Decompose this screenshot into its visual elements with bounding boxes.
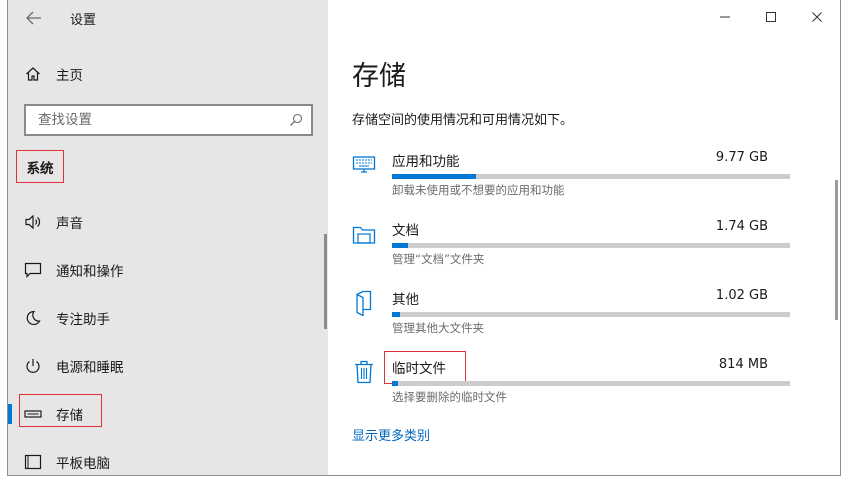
apps-icon <box>350 150 378 180</box>
show-more-categories-link[interactable]: 显示更多类别 <box>352 425 430 444</box>
section-title-system: 系统 <box>16 150 64 183</box>
category-name: 其他 <box>392 292 419 308</box>
tablet-icon <box>22 451 44 473</box>
highlight-box <box>19 394 102 427</box>
sidebar-item-storage[interactable]: 存储 <box>8 390 328 438</box>
category-subtitle: 选择要删除的临时文件 <box>392 390 507 404</box>
trash-icon <box>350 357 378 387</box>
notification-icon <box>22 259 44 281</box>
search-box[interactable] <box>24 104 313 136</box>
sidebar: 设置 主页 系统 <box>8 0 328 475</box>
usage-bar <box>392 243 790 248</box>
storage-category-apps[interactable]: 应用和功能 9.77 GB 卸载未使用或不想要的应用和功能 <box>350 150 790 206</box>
storage-category-temp-files[interactable]: 临时文件 814 MB 选择要删除的临时文件 <box>350 351 790 413</box>
home-icon <box>22 63 44 85</box>
moon-icon <box>22 307 44 329</box>
category-subtitle: 管理其他大文件夹 <box>392 321 484 335</box>
category-subtitle: 卸载未使用或不想要的应用和功能 <box>392 183 565 197</box>
power-icon <box>22 355 44 377</box>
home-label: 主页 <box>56 68 83 84</box>
arrow-left-icon <box>26 11 41 25</box>
usage-bar-fill <box>392 174 476 179</box>
usage-bar-fill <box>392 381 398 386</box>
category-size: 9.77 GB <box>715 150 768 165</box>
page-title: 存储 <box>352 61 406 92</box>
search-input[interactable] <box>36 111 289 129</box>
documents-folder-icon <box>350 219 378 249</box>
category-size: 1.02 GB <box>715 288 768 303</box>
sidebar-item-label: 通知和操作 <box>56 264 124 280</box>
sidebar-item-label: 平板电脑 <box>56 456 110 472</box>
sidebar-item-power-sleep[interactable]: 电源和睡眠 <box>8 342 328 390</box>
back-button[interactable] <box>22 6 46 30</box>
page-description: 存储空间的使用情况和可用情况如下。 <box>352 113 574 128</box>
usage-bar-fill <box>392 243 408 248</box>
sidebar-item-label: 专注助手 <box>56 312 110 328</box>
main-scrollbar[interactable] <box>835 180 838 320</box>
usage-bar-fill <box>392 312 400 317</box>
usage-bar <box>392 174 790 179</box>
sidebar-item-label: 电源和睡眠 <box>56 360 124 376</box>
app-title: 设置 <box>70 13 97 28</box>
main-content: 存储 存储空间的使用情况和可用情况如下。 应用和功能 9.77 GB 卸载未使用… <box>328 0 840 475</box>
storage-category-documents[interactable]: 文档 1.74 GB 管理“文档”文件夹 <box>350 219 790 275</box>
sidebar-item-focus-assist[interactable]: 专注助手 <box>8 294 328 342</box>
sidebar-item-sound[interactable]: 声音 <box>8 198 328 246</box>
category-size: 1.74 GB <box>715 219 768 234</box>
category-name: 应用和功能 <box>392 154 460 170</box>
category-name: 临时文件 <box>392 361 446 377</box>
search-icon[interactable] <box>289 113 303 127</box>
home-nav-item[interactable]: 主页 <box>22 62 83 86</box>
other-files-icon <box>350 288 378 318</box>
storage-category-other[interactable]: 其他 1.02 GB 管理其他大文件夹 <box>350 288 790 344</box>
category-name: 文档 <box>392 223 419 239</box>
settings-window: 设置 主页 系统 <box>7 0 841 476</box>
category-subtitle: 管理“文档”文件夹 <box>392 252 485 266</box>
usage-bar <box>392 312 790 317</box>
sidebar-item-tablet[interactable]: 平板电脑 <box>8 438 328 475</box>
sidebar-scrollbar[interactable] <box>324 234 327 329</box>
speaker-icon <box>22 211 44 233</box>
sidebar-item-notifications[interactable]: 通知和操作 <box>8 246 328 294</box>
nav-list: 声音 通知和操作 专注助手 电源和睡眠 存储 平板电脑 <box>8 198 328 475</box>
usage-bar <box>392 381 790 386</box>
category-size: 814 MB <box>718 357 768 372</box>
sidebar-item-label: 声音 <box>56 216 83 232</box>
